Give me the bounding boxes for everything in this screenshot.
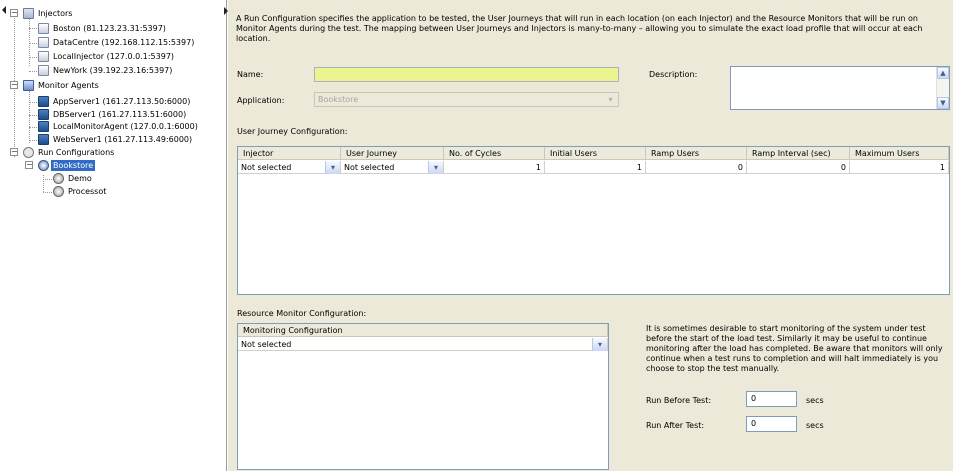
tree-item-label: DataCentre (192.168.112.15:5397) xyxy=(53,38,195,47)
tree-item-label: LocalInjector (127.0.0.1:5397) xyxy=(53,52,175,61)
chevron-down-icon[interactable]: ▾ xyxy=(325,161,340,174)
tree-label-run-configurations: Run Configurations xyxy=(38,148,115,157)
description-textarea[interactable]: ▲ ▼ xyxy=(730,66,950,110)
monitor-timing-note: It is sometimes desirable to start monit… xyxy=(646,324,943,373)
tree-label-monitor-agents: Monitor Agents xyxy=(38,81,99,90)
column-header[interactable]: Monitoring Configuration xyxy=(238,324,608,337)
tree-item-label: NewYork (39.192.23.16:5397) xyxy=(53,66,173,75)
user-journey-select[interactable]: Not selected ▾ xyxy=(341,161,444,174)
cycles-cell[interactable]: 1 xyxy=(444,161,545,174)
application-value: Bookstore xyxy=(318,95,359,104)
chevron-down-icon[interactable]: ▾ xyxy=(592,338,607,351)
minus-box-icon[interactable]: − xyxy=(10,148,18,156)
resource-monitor-section-label: Resource Monitor Configuration: xyxy=(237,309,367,318)
ramp-interval-cell[interactable]: 0 xyxy=(747,161,850,174)
name-input[interactable] xyxy=(314,67,619,82)
tree-item-label: Boston (81.123.23.31:5397) xyxy=(53,24,166,33)
run-after-input[interactable]: 0 xyxy=(746,416,797,432)
injector-select-value: Not selected xyxy=(241,163,292,172)
intro-text: A Run Configuration specifies the applic… xyxy=(236,14,923,43)
monitor-agents-folder-icon xyxy=(23,80,34,91)
column-header[interactable]: Initial Users xyxy=(545,147,646,160)
injector-icon xyxy=(38,65,49,76)
monitor-agent-icon xyxy=(38,134,49,145)
collapse-left-arrow-icon[interactable] xyxy=(2,6,6,14)
column-header[interactable]: User Journey xyxy=(341,147,444,160)
navigation-tree: − Injectors Boston (81.123.23.31:5397) D… xyxy=(0,0,228,471)
tree-item-label: AppServer1 (161.27.113.50:6000) xyxy=(53,97,191,106)
run-after-label: Run After Test: xyxy=(646,421,705,430)
tree-item-label: DBServer1 (161.27.113.51:6000) xyxy=(53,110,187,119)
user-journey-icon xyxy=(53,186,64,197)
column-header[interactable]: Injector xyxy=(238,147,341,160)
user-journey-section-label: User Journey Configuration: xyxy=(237,127,348,136)
application-label: Application: xyxy=(237,96,285,105)
run-before-label: Run Before Test: xyxy=(646,396,712,405)
scroll-up-icon[interactable]: ▲ xyxy=(937,67,949,79)
user-journey-icon xyxy=(53,173,64,184)
monitoring-configuration-select[interactable]: Not selected ▾ xyxy=(238,338,608,351)
column-header[interactable]: Maximum Users xyxy=(850,147,949,160)
chevron-down-icon[interactable]: ▾ xyxy=(428,161,443,174)
run-configuration-icon xyxy=(38,160,49,171)
description-scrollbar[interactable]: ▲ ▼ xyxy=(936,67,949,109)
initial-users-cell[interactable]: 1 xyxy=(545,161,646,174)
tree-item-label: WebServer1 (161.27.113.49:6000) xyxy=(53,135,193,144)
description-label: Description: xyxy=(649,70,698,79)
tree-label-injectors: Injectors xyxy=(38,9,73,18)
user-journey-table: Injector User Journey No. of Cycles Init… xyxy=(237,146,950,295)
ramp-users-cell[interactable]: 0 xyxy=(646,161,747,174)
run-configurations-icon xyxy=(23,147,34,158)
application-select: Bookstore ▾ xyxy=(314,92,619,107)
column-header[interactable]: Ramp Interval (sec) xyxy=(747,147,850,160)
injector-icon xyxy=(38,51,49,62)
secs-label: secs xyxy=(806,421,824,430)
run-configuration-editor: A Run Configuration specifies the applic… xyxy=(228,0,953,471)
minus-box-icon[interactable]: − xyxy=(10,9,18,17)
injector-icon xyxy=(38,37,49,48)
minus-box-icon[interactable]: − xyxy=(10,81,18,89)
tree-label-bookstore-selected: Bookstore xyxy=(51,160,96,171)
run-before-input[interactable]: 0 xyxy=(746,391,797,407)
secs-label: secs xyxy=(806,396,824,405)
tree-item-label: Processot xyxy=(68,187,107,196)
injectors-folder-icon xyxy=(23,8,34,19)
chevron-down-icon: ▾ xyxy=(603,93,618,106)
tree-item-label: LocalMonitorAgent (127.0.0.1:6000) xyxy=(53,122,198,131)
tree-item-label: Demo xyxy=(68,174,92,183)
user-journey-select-value: Not selected xyxy=(344,163,395,172)
name-label: Name: xyxy=(237,70,264,79)
monitor-agent-icon xyxy=(38,109,49,120)
minus-box-icon[interactable]: − xyxy=(25,161,33,169)
monitor-agent-icon xyxy=(38,96,49,107)
injector-icon xyxy=(38,23,49,34)
maximum-users-cell[interactable]: 1 xyxy=(850,161,949,174)
injector-select[interactable]: Not selected ▾ xyxy=(238,161,341,174)
column-header[interactable]: No. of Cycles xyxy=(444,147,545,160)
monitor-agent-icon xyxy=(38,121,49,132)
column-header[interactable]: Ramp Users xyxy=(646,147,747,160)
monitoring-configuration-value: Not selected xyxy=(241,340,292,349)
scroll-down-icon[interactable]: ▼ xyxy=(937,97,949,109)
resource-monitor-table: Monitoring Configuration Not selected ▾ xyxy=(237,323,609,470)
